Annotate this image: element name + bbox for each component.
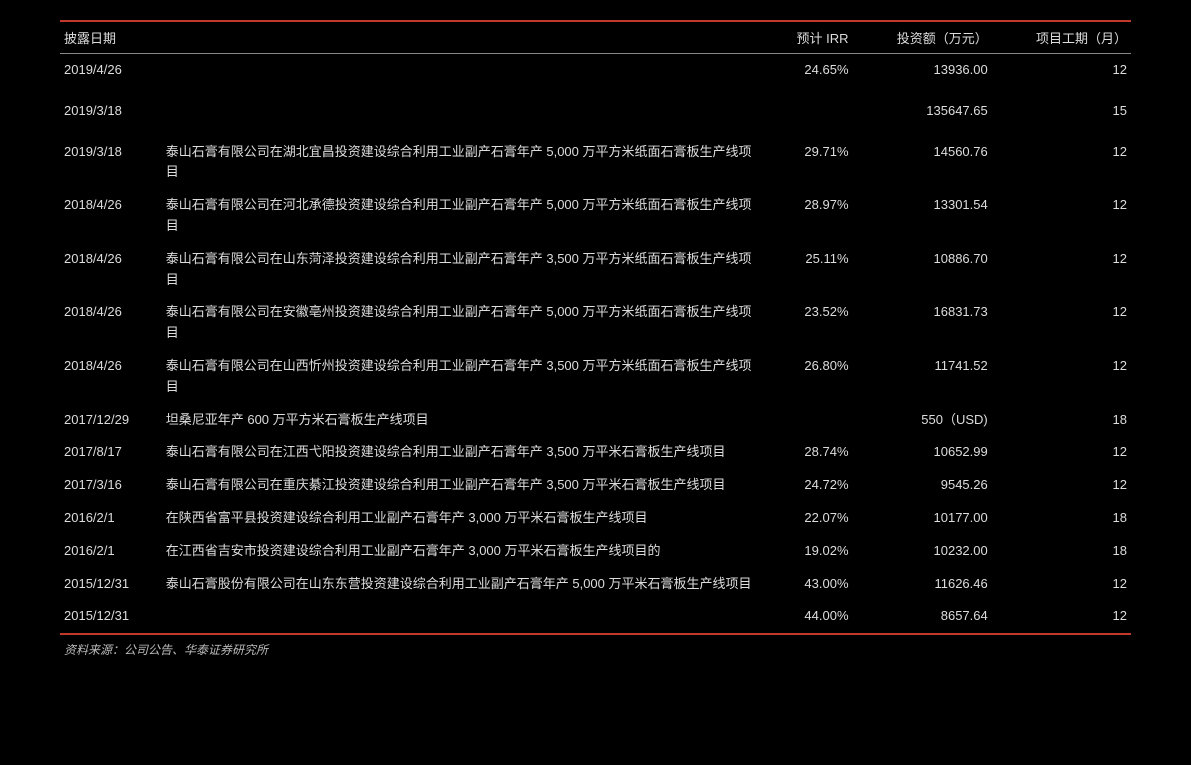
cell-desc: 泰山石膏有限公司在重庆綦江投资建设综合利用工业副产石膏年产 3,500 万平米石… (162, 469, 762, 502)
header-desc (162, 21, 762, 54)
table-row: 2019/4/26 24.65% 13936.00 12 (60, 54, 1131, 95)
table-row: 2018/4/26 泰山石膏有限公司在山西忻州投资建设综合利用工业副产石膏年产 … (60, 350, 1131, 404)
cell-investment: 9545.26 (853, 469, 992, 502)
cell-desc: 在陕西省富平县投资建设综合利用工业副产石膏年产 3,000 万平米石膏板生产线项… (162, 502, 762, 535)
header-irr: 预计 IRR (761, 21, 852, 54)
cell-duration: 12 (992, 243, 1131, 297)
cell-irr: 19.02% (761, 535, 852, 568)
cell-date: 2018/4/26 (60, 350, 162, 404)
cell-desc (162, 54, 762, 95)
table-body: 2019/4/26 24.65% 13936.00 12 2019/3/18 1… (60, 54, 1131, 635)
cell-duration: 12 (992, 600, 1131, 634)
cell-desc: 泰山石膏股份有限公司在山东东营投资建设综合利用工业副产石膏年产 5,000 万平… (162, 568, 762, 601)
cell-date: 2019/3/18 (60, 95, 162, 136)
cell-date: 2018/4/26 (60, 189, 162, 243)
cell-date: 2016/2/1 (60, 502, 162, 535)
cell-duration: 12 (992, 189, 1131, 243)
cell-investment: 11626.46 (853, 568, 992, 601)
table-row: 2019/3/18 135647.65 15 (60, 95, 1131, 136)
cell-desc (162, 95, 762, 136)
cell-duration: 12 (992, 436, 1131, 469)
table-row: 2018/4/26 泰山石膏有限公司在安徽亳州投资建设综合利用工业副产石膏年产 … (60, 296, 1131, 350)
table-row: 2018/4/26 泰山石膏有限公司在河北承德投资建设综合利用工业副产石膏年产 … (60, 189, 1131, 243)
cell-duration: 12 (992, 136, 1131, 190)
source-note: 资料来源：公司公告、华泰证券研究所 (60, 641, 1131, 658)
cell-date: 2019/4/26 (60, 54, 162, 95)
cell-date: 2016/2/1 (60, 535, 162, 568)
cell-irr (761, 404, 852, 437)
table-row: 2019/3/18 泰山石膏有限公司在湖北宜昌投资建设综合利用工业副产石膏年产 … (60, 136, 1131, 190)
table-row: 2017/12/29 坦桑尼亚年产 600 万平方米石膏板生产线项目 550（U… (60, 404, 1131, 437)
cell-investment: 16831.73 (853, 296, 992, 350)
cell-duration: 12 (992, 469, 1131, 502)
cell-date: 2015/12/31 (60, 600, 162, 634)
cell-irr: 43.00% (761, 568, 852, 601)
cell-investment: 135647.65 (853, 95, 992, 136)
cell-duration: 18 (992, 535, 1131, 568)
cell-date: 2017/12/29 (60, 404, 162, 437)
table-header: 披露日期 预计 IRR 投资额（万元） 项目工期（月） (60, 21, 1131, 54)
cell-investment: 11741.52 (853, 350, 992, 404)
cell-duration: 18 (992, 404, 1131, 437)
cell-investment: 10232.00 (853, 535, 992, 568)
cell-desc: 泰山石膏有限公司在湖北宜昌投资建设综合利用工业副产石膏年产 5,000 万平方米… (162, 136, 762, 190)
cell-investment: 13301.54 (853, 189, 992, 243)
cell-duration: 18 (992, 502, 1131, 535)
cell-duration: 15 (992, 95, 1131, 136)
table-row: 2015/12/31 泰山石膏股份有限公司在山东东营投资建设综合利用工业副产石膏… (60, 568, 1131, 601)
cell-desc: 坦桑尼亚年产 600 万平方米石膏板生产线项目 (162, 404, 762, 437)
cell-desc: 泰山石膏有限公司在山西忻州投资建设综合利用工业副产石膏年产 3,500 万平方米… (162, 350, 762, 404)
cell-irr: 28.74% (761, 436, 852, 469)
cell-investment: 10652.99 (853, 436, 992, 469)
header-duration: 项目工期（月） (992, 21, 1131, 54)
cell-date: 2018/4/26 (60, 296, 162, 350)
cell-investment: 550（USD) (853, 404, 992, 437)
cell-irr: 22.07% (761, 502, 852, 535)
cell-irr: 25.11% (761, 243, 852, 297)
cell-irr: 23.52% (761, 296, 852, 350)
investment-table-container: 披露日期 预计 IRR 投资额（万元） 项目工期（月） 2019/4/26 24… (60, 20, 1131, 658)
cell-duration: 12 (992, 350, 1131, 404)
cell-irr: 26.80% (761, 350, 852, 404)
header-date: 披露日期 (60, 21, 162, 54)
cell-investment: 10886.70 (853, 243, 992, 297)
header-investment: 投资额（万元） (853, 21, 992, 54)
table-row: 2016/2/1 在陕西省富平县投资建设综合利用工业副产石膏年产 3,000 万… (60, 502, 1131, 535)
table-row: 2015/12/31 44.00% 8657.64 12 (60, 600, 1131, 634)
cell-irr: 24.72% (761, 469, 852, 502)
cell-desc: 在江西省吉安市投资建设综合利用工业副产石膏年产 3,000 万平米石膏板生产线项… (162, 535, 762, 568)
cell-irr: 44.00% (761, 600, 852, 634)
table-row: 2017/8/17 泰山石膏有限公司在江西弋阳投资建设综合利用工业副产石膏年产 … (60, 436, 1131, 469)
investment-table: 披露日期 预计 IRR 投资额（万元） 项目工期（月） 2019/4/26 24… (60, 20, 1131, 635)
cell-investment: 14560.76 (853, 136, 992, 190)
table-row: 2016/2/1 在江西省吉安市投资建设综合利用工业副产石膏年产 3,000 万… (60, 535, 1131, 568)
cell-date: 2018/4/26 (60, 243, 162, 297)
cell-irr: 29.71% (761, 136, 852, 190)
cell-date: 2017/8/17 (60, 436, 162, 469)
cell-investment: 10177.00 (853, 502, 992, 535)
cell-irr: 24.65% (761, 54, 852, 95)
cell-desc: 泰山石膏有限公司在安徽亳州投资建设综合利用工业副产石膏年产 5,000 万平方米… (162, 296, 762, 350)
cell-desc: 泰山石膏有限公司在山东菏泽投资建设综合利用工业副产石膏年产 3,500 万平方米… (162, 243, 762, 297)
cell-duration: 12 (992, 296, 1131, 350)
cell-irr (761, 95, 852, 136)
table-row: 2018/4/26 泰山石膏有限公司在山东菏泽投资建设综合利用工业副产石膏年产 … (60, 243, 1131, 297)
table-row: 2017/3/16 泰山石膏有限公司在重庆綦江投资建设综合利用工业副产石膏年产 … (60, 469, 1131, 502)
cell-date: 2015/12/31 (60, 568, 162, 601)
cell-investment: 8657.64 (853, 600, 992, 634)
cell-irr: 28.97% (761, 189, 852, 243)
cell-desc: 泰山石膏有限公司在江西弋阳投资建设综合利用工业副产石膏年产 3,500 万平米石… (162, 436, 762, 469)
cell-duration: 12 (992, 568, 1131, 601)
cell-duration: 12 (992, 54, 1131, 95)
cell-desc (162, 600, 762, 634)
cell-desc: 泰山石膏有限公司在河北承德投资建设综合利用工业副产石膏年产 5,000 万平方米… (162, 189, 762, 243)
cell-date: 2019/3/18 (60, 136, 162, 190)
cell-date: 2017/3/16 (60, 469, 162, 502)
cell-investment: 13936.00 (853, 54, 992, 95)
